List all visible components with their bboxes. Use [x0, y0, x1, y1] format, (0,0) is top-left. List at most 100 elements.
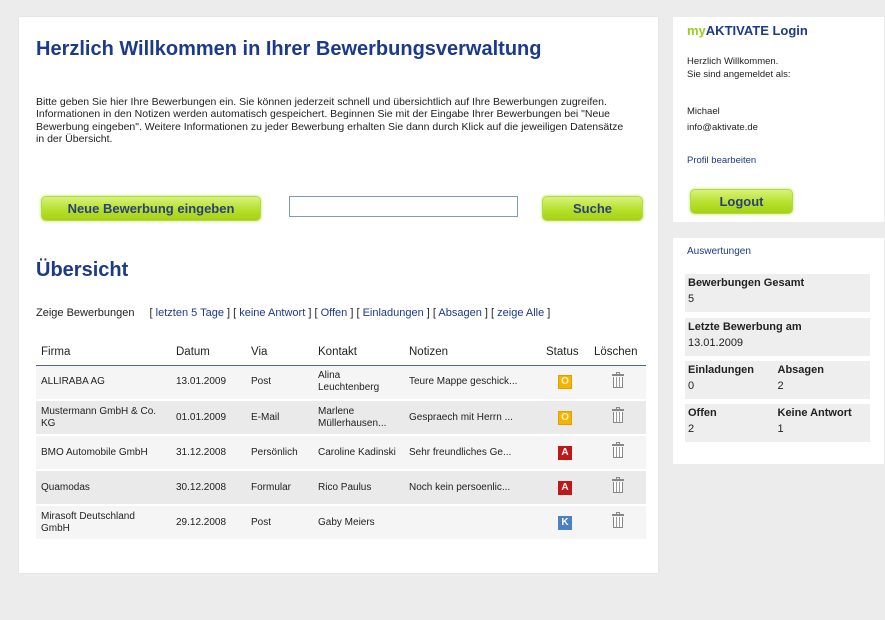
header-via[interactable]: Via	[246, 339, 313, 366]
cell-delete	[589, 470, 646, 506]
table-row[interactable]: BMO Automobile GmbH 31.12.2008 Persönlic…	[36, 435, 646, 471]
cell-via: Persönlich	[246, 435, 313, 471]
cell-kontakt: Gaby Meiers	[313, 505, 404, 541]
stat-total: Bewerbungen Gesamt 5	[685, 274, 870, 312]
filter-invitations[interactable]: Einladungen	[363, 307, 424, 319]
cell-status: K	[541, 505, 589, 541]
cell-kontakt: Marlene Müllerhausen...	[313, 400, 404, 436]
cell-datum: 13.01.2009	[171, 365, 246, 401]
cell-via: Formular	[246, 470, 313, 506]
login-logged-in-as: Sie sind angemeldet als:	[687, 69, 791, 80]
cell-kontakt: Alina Leuchtenberg	[313, 365, 404, 401]
table-row[interactable]: Quamodas 30.12.2008 Formular Rico Paulus…	[36, 470, 646, 506]
trash-icon[interactable]	[611, 477, 624, 493]
header-notizen[interactable]: Notizen	[404, 339, 541, 366]
filter-last-5-days[interactable]: letzten 5 Tage	[156, 307, 224, 319]
cell-status: O	[541, 400, 589, 436]
page-title: Herzlich Willkommen in Ihrer Bewerbungsv…	[36, 38, 542, 60]
login-user-name: Michael	[687, 106, 720, 117]
cell-notizen	[404, 505, 541, 541]
cell-datum: 31.12.2008	[171, 435, 246, 471]
header-firma[interactable]: Firma	[36, 339, 171, 366]
login-panel: myAKTIVATE Login Herzlich Willkommen. Si…	[673, 17, 884, 222]
applications-table: Firma Datum Via Kontakt Notizen Status L…	[36, 339, 646, 541]
intro-text: Bitte geben Sie hier Ihre Bewerbungen ei…	[36, 96, 624, 145]
status-open-icon: O	[558, 410, 572, 425]
table-row[interactable]: Mustermann GmbH & Co. KG 01.01.2009 E-Ma…	[36, 400, 646, 436]
cell-datum: 30.12.2008	[171, 470, 246, 506]
cell-datum: 29.12.2008	[171, 505, 246, 541]
cell-delete	[589, 435, 646, 471]
stats-title: Auswertungen	[687, 246, 751, 257]
cell-status: O	[541, 365, 589, 401]
header-kontakt[interactable]: Kontakt	[313, 339, 404, 366]
stat-noanswer-label: Keine Antwort	[777, 407, 852, 419]
stat-rejections: Absagen 2	[778, 364, 868, 392]
edit-profile-link[interactable]: Profil bearbeiten	[687, 155, 756, 166]
stat-invites-label: Einladungen	[688, 364, 754, 376]
filter-no-answer[interactable]: keine Antwort	[239, 307, 305, 319]
cell-notizen: Noch kein persoenlic...	[404, 470, 541, 506]
stat-open: Offen 2	[688, 407, 778, 435]
stat-noanswer-value: 1	[777, 423, 784, 435]
stat-last-label: Letzte Bewerbung am	[688, 321, 802, 333]
cell-firma: ALLIRABA AG	[36, 365, 171, 401]
cell-via: E-Mail	[246, 400, 313, 436]
cell-datum: 01.01.2009	[171, 400, 246, 436]
login-title: myAKTIVATE Login	[687, 23, 808, 38]
cell-notizen: Teure Mappe geschick...	[404, 365, 541, 401]
trash-icon[interactable]	[611, 442, 624, 458]
table-header-row: Firma Datum Via Kontakt Notizen Status L…	[36, 339, 646, 366]
stat-rejections-label: Absagen	[777, 364, 824, 376]
filter-open[interactable]: Offen	[321, 307, 348, 319]
filter-bar: Zeige Bewerbungen [ letzten 5 Tage ] [ k…	[36, 307, 551, 319]
search-button[interactable]: Suche	[542, 196, 643, 221]
main-panel: Herzlich Willkommen in Ihrer Bewerbungsv…	[19, 17, 658, 573]
trash-icon[interactable]	[611, 512, 624, 528]
new-application-button[interactable]: Neue Bewerbung eingeben	[41, 196, 261, 221]
login-title-prefix: my	[687, 23, 706, 38]
cell-delete	[589, 365, 646, 401]
cell-notizen: Sehr freundliches Ge...	[404, 435, 541, 471]
table-row[interactable]: Mirasoft Deutschland GmbH 29.12.2008 Pos…	[36, 505, 646, 541]
stat-invites-rejections: Einladungen 0 Absagen 2	[685, 361, 870, 399]
cell-firma: Mirasoft Deutschland GmbH	[36, 505, 171, 541]
login-welcome: Herzlich Willkommen.	[687, 56, 779, 67]
status-rejected-icon: A	[558, 445, 572, 460]
cell-firma: Quamodas	[36, 470, 171, 506]
cell-status: A	[541, 470, 589, 506]
stats-panel: Auswertungen Bewerbungen Gesamt 5 Letzte…	[673, 238, 884, 464]
cell-kontakt: Rico Paulus	[313, 470, 404, 506]
header-status[interactable]: Status	[541, 339, 589, 366]
stat-noanswer: Keine Antwort 1	[778, 407, 868, 435]
login-user-email: info@aktivate.de	[687, 122, 758, 133]
header-loeschen: Löschen	[589, 339, 646, 366]
overview-title: Übersicht	[36, 259, 129, 281]
trash-icon[interactable]	[611, 407, 624, 423]
stat-open-noanswer: Offen 2 Keine Antwort 1	[685, 404, 870, 442]
stat-invites-value: 0	[688, 380, 695, 392]
cell-via: Post	[246, 505, 313, 541]
cell-delete	[589, 505, 646, 541]
stat-rejections-value: 2	[777, 380, 784, 392]
filter-rejections[interactable]: Absagen	[438, 307, 481, 319]
trash-icon[interactable]	[611, 371, 624, 388]
cell-via: Post	[246, 365, 313, 401]
table-row[interactable]: ALLIRABA AG 13.01.2009 Post Alina Leucht…	[36, 365, 646, 401]
filter-lead: Zeige Bewerbungen	[36, 307, 135, 319]
stat-total-label: Bewerbungen Gesamt	[688, 277, 805, 289]
search-input[interactable]	[289, 196, 518, 217]
status-contact-icon: K	[558, 515, 572, 530]
logout-button[interactable]: Logout	[690, 189, 793, 214]
stat-open-label: Offen	[688, 407, 717, 419]
status-rejected-icon: A	[558, 480, 572, 495]
header-datum[interactable]: Datum	[171, 339, 246, 366]
stat-last: Letzte Bewerbung am 13.01.2009	[685, 318, 870, 356]
cell-firma: BMO Automobile GmbH	[36, 435, 171, 471]
cell-delete	[589, 400, 646, 436]
stat-open-value: 2	[688, 423, 695, 435]
stat-total-value: 5	[688, 293, 695, 305]
stat-last-value: 13.01.2009	[688, 337, 744, 349]
filter-show-all[interactable]: zeige Alle	[497, 307, 544, 319]
status-open-icon: O	[558, 375, 572, 390]
